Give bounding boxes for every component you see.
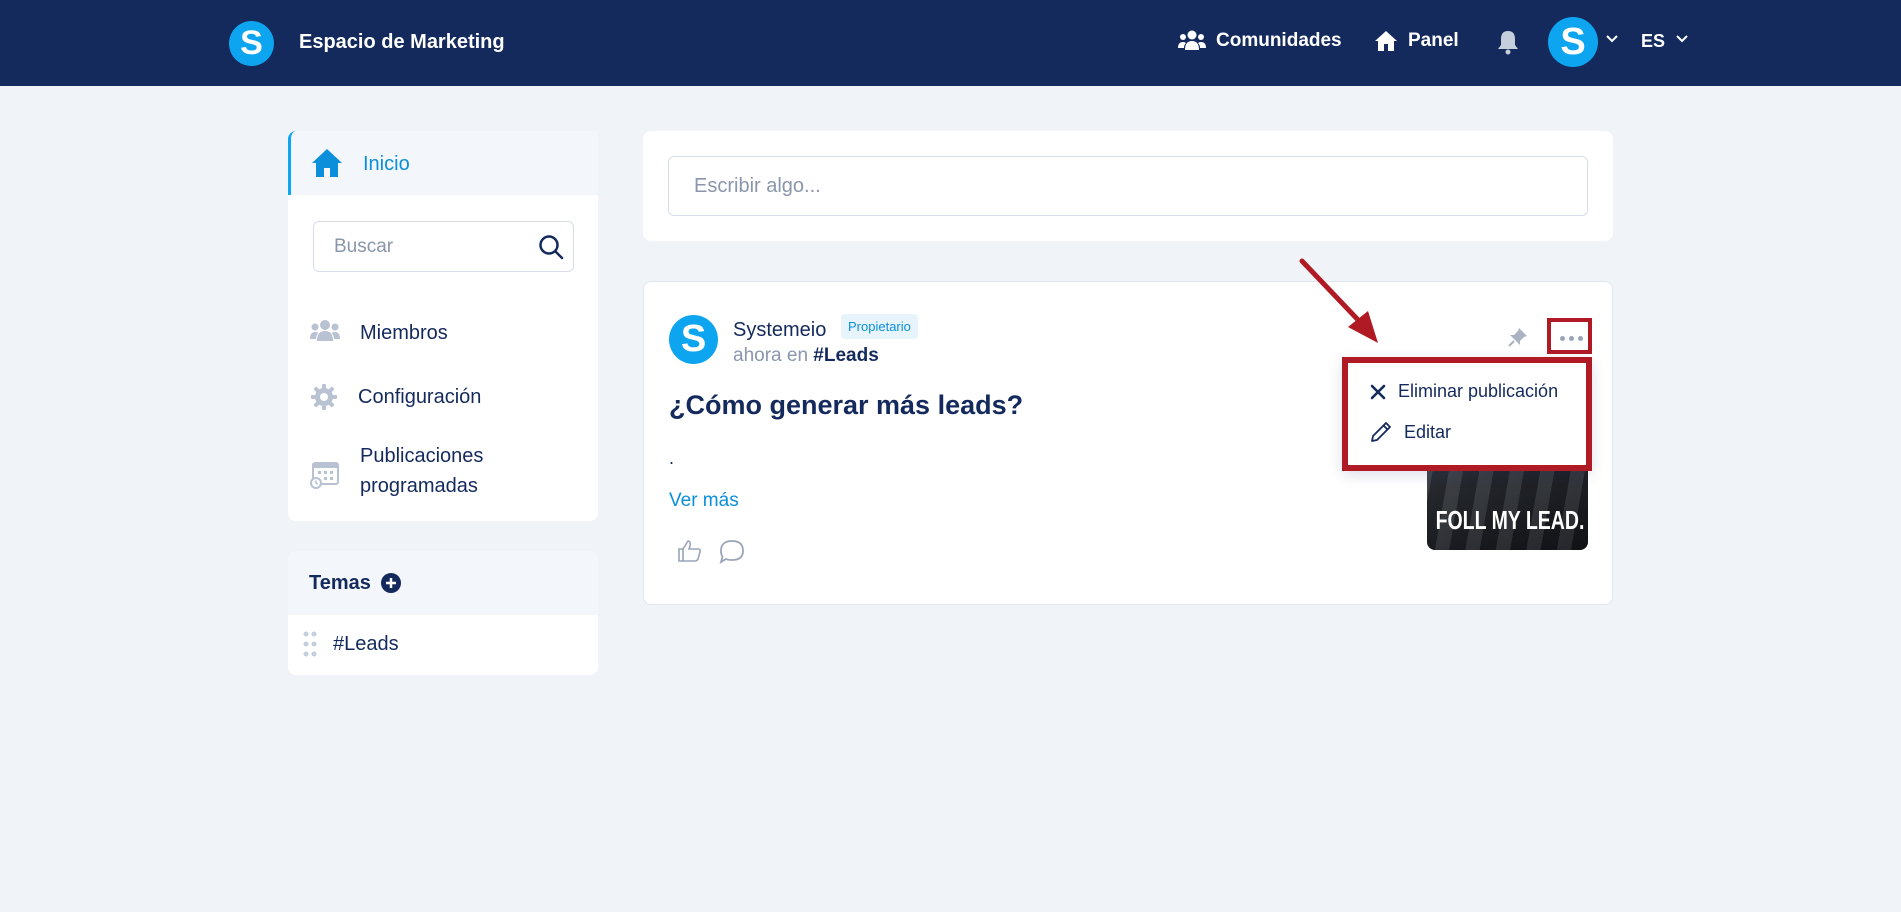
highlight-box-more-button: [1547, 318, 1592, 354]
post-topic-link[interactable]: #Leads: [813, 345, 878, 366]
calendar-clock-icon: [310, 462, 339, 489]
brand-name[interactable]: Espacio de Marketing: [299, 31, 505, 54]
nav-panel[interactable]: Panel: [1374, 30, 1459, 52]
topic-label: #Leads: [333, 633, 399, 655]
composer-input[interactable]: [668, 156, 1588, 216]
nav-communities[interactable]: Comunidades: [1178, 30, 1342, 52]
post-composer: [643, 131, 1613, 241]
pin-icon[interactable]: [1507, 326, 1529, 348]
add-topic-icon[interactable]: [381, 573, 401, 593]
annotation-arrow-icon: [1299, 258, 1378, 343]
sidebar-item-home[interactable]: Inicio: [288, 131, 598, 195]
owner-badge: Propietario: [841, 314, 918, 339]
sidebar-item-label: Miembros: [360, 322, 448, 344]
sidebar-item-label: Publicaciones programadas: [360, 445, 484, 497]
drag-handle-icon[interactable]: [303, 631, 317, 657]
sidebar-item-scheduled-posts[interactable]: Publicaciones programadas: [288, 441, 598, 505]
highlight-box-menu: [1342, 357, 1592, 471]
topics-panel: Temas #Leads: [288, 551, 598, 675]
topics-header: Temas: [288, 551, 598, 615]
post-meta: ahora en #Leads: [733, 345, 879, 367]
post-title[interactable]: ¿Cómo generar más leads?: [669, 390, 1023, 421]
nav-communities-label: Comunidades: [1216, 30, 1342, 51]
see-more-link[interactable]: Ver más: [669, 490, 739, 512]
app-logo[interactable]: S: [229, 21, 274, 66]
chevron-down-icon[interactable]: [1606, 34, 1618, 44]
search-input[interactable]: [334, 222, 534, 271]
nav-panel-label: Panel: [1408, 30, 1459, 51]
like-icon[interactable]: [677, 539, 703, 563]
comment-icon[interactable]: [719, 539, 745, 565]
avatar[interactable]: S: [669, 315, 718, 364]
topic-item[interactable]: #Leads: [288, 615, 598, 673]
language-selector[interactable]: ES: [1641, 31, 1665, 52]
communities-icon: [1178, 30, 1206, 50]
top-nav-bar: S Espacio de Marketing Comunidades Panel…: [0, 0, 1901, 86]
search-icon[interactable]: [538, 234, 564, 260]
members-icon: [310, 320, 340, 341]
post-author[interactable]: Systemeio: [733, 319, 826, 342]
chevron-down-icon[interactable]: [1676, 34, 1688, 44]
sidebar-item-label: Configuración: [358, 386, 482, 408]
topics-heading: Temas: [309, 572, 371, 594]
notifications-bell-icon[interactable]: [1497, 29, 1519, 55]
user-avatar[interactable]: S: [1548, 17, 1598, 67]
post-body: .: [669, 448, 675, 468]
sidebar-search: [313, 221, 574, 272]
sidebar-item-label: Inicio: [363, 153, 410, 175]
post-image-caption: FOLL MY LEAD.: [1435, 505, 1584, 535]
sidebar-item-members[interactable]: Miembros: [288, 311, 598, 355]
sidebar: Inicio Miembros: [288, 131, 598, 521]
post-time: ahora en: [733, 345, 809, 366]
gear-icon: [311, 384, 337, 410]
home-icon: [312, 149, 342, 177]
sidebar-item-configuration[interactable]: Configuración: [288, 375, 598, 419]
home-icon: [1375, 31, 1397, 51]
